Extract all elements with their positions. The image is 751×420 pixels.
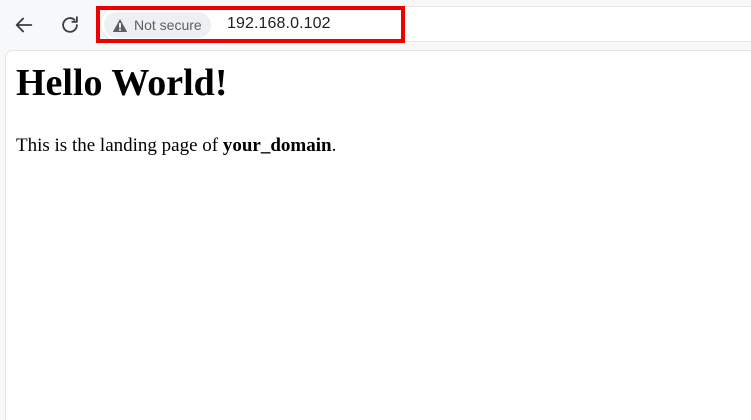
landing-paragraph: This is the landing page of your_domain. <box>16 135 336 157</box>
arrow-left-icon <box>15 17 33 33</box>
warning-triangle-icon <box>112 18 128 32</box>
url-text[interactable]: 192.168.0.102 <box>227 15 331 33</box>
security-label: Not secure <box>134 17 202 33</box>
domain-name: your_domain <box>222 135 332 156</box>
security-indicator[interactable]: Not secure <box>104 12 211 38</box>
paragraph-prefix: This is the landing page of <box>16 135 223 156</box>
page-heading: Hello World! <box>16 62 228 104</box>
browser-toolbar: Not secure 192.168.0.102 <box>0 0 751 50</box>
reload-icon <box>62 16 78 33</box>
back-button[interactable] <box>7 8 41 42</box>
page-content: Hello World! This is the landing page of… <box>5 50 751 420</box>
paragraph-suffix: . <box>331 135 337 156</box>
reload-button[interactable] <box>53 8 87 42</box>
